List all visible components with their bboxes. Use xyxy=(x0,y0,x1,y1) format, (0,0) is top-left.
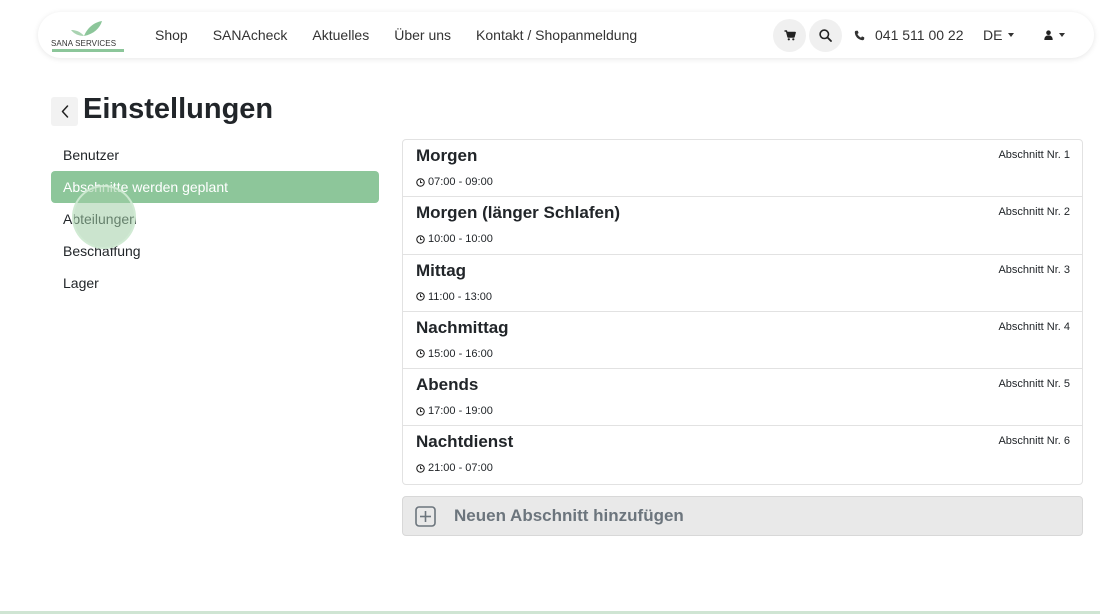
logo-text: SANA SERVICES xyxy=(51,39,117,48)
page-title: Einstellungen xyxy=(83,93,274,125)
section-name: Mittag xyxy=(416,260,467,280)
section-time: 11:00 - 13:00 xyxy=(416,291,492,303)
nav-links: Shop SANAcheck Aktuelles Über uns Kontak… xyxy=(155,12,662,58)
clock-icon xyxy=(416,177,425,187)
section-number: Abschnitt Nr. 5 xyxy=(998,378,1070,391)
section-time: 15:00 - 16:00 xyxy=(416,348,493,360)
back-button[interactable] xyxy=(51,97,78,126)
section-row[interactable]: Abends 17:00 - 19:00 Abschnitt Nr. 5 xyxy=(403,369,1082,427)
sana-services-logo[interactable]: SANA SERVICES xyxy=(50,18,126,52)
section-number: Abschnitt Nr. 4 xyxy=(998,320,1070,333)
section-time-value: 17:00 - 19:00 xyxy=(428,405,493,418)
search-icon xyxy=(819,29,832,42)
search-button[interactable] xyxy=(809,19,842,52)
nav-link-shop[interactable]: Shop xyxy=(155,27,188,43)
clock-icon xyxy=(416,464,425,473)
sidebar-item-beschaffung[interactable]: Beschaffung xyxy=(51,235,379,267)
section-name: Morgen xyxy=(416,146,478,165)
cart-icon xyxy=(784,30,796,41)
section-time-value: 15:00 - 16:00 xyxy=(428,347,493,360)
sidebar-item-abschnitte[interactable]: Abschnitte werden geplant xyxy=(51,171,379,203)
clock-icon xyxy=(416,292,425,301)
language-current: DE xyxy=(983,27,1003,43)
section-row[interactable]: Morgen (länger Schlafen) 10:00 - 10:00 A… xyxy=(403,197,1082,255)
section-time: 07:00 - 09:00 xyxy=(416,176,493,188)
add-section-button[interactable]: Neuen Abschnitt hinzufügen xyxy=(402,496,1083,536)
phone-link[interactable]: 041 511 00 22 xyxy=(854,12,964,58)
section-time: 10:00 - 10:00 xyxy=(416,233,493,245)
phone-number: 041 511 00 22 xyxy=(875,27,964,43)
clock-icon xyxy=(416,349,425,359)
phone-icon xyxy=(854,30,865,40)
nav-link-aktuelles[interactable]: Aktuelles xyxy=(312,27,369,43)
section-time-value: 11:00 - 13:00 xyxy=(428,290,493,303)
section-number: Abschnitt Nr. 6 xyxy=(998,435,1070,448)
section-number: Abschnitt Nr. 2 xyxy=(998,206,1070,219)
plus-square-icon xyxy=(415,505,436,527)
section-name: Nachmittag xyxy=(416,317,509,337)
clock-icon xyxy=(416,235,425,244)
section-time: 21:00 - 07:00 xyxy=(416,462,493,474)
section-number: Abschnitt Nr. 3 xyxy=(998,263,1070,276)
section-name: Morgen (länger Schlafen) xyxy=(416,203,621,223)
section-time-value: 07:00 - 09:00 xyxy=(428,176,493,188)
sidebar-item-benutzer[interactable]: Benutzer xyxy=(51,139,379,171)
chevron-down-icon xyxy=(1008,33,1015,37)
cart-button[interactable] xyxy=(773,19,806,52)
logo-underline xyxy=(52,49,124,52)
sidebar-item-abteilungen[interactable]: Abteilungen xyxy=(51,203,379,235)
chevron-down-icon xyxy=(1059,33,1065,37)
top-navbar: SANA SERVICES Shop SANAcheck Aktuelles Ü… xyxy=(38,12,1094,58)
section-row[interactable]: Nachtdienst 21:00 - 07:00 Abschnitt Nr. … xyxy=(403,426,1082,483)
section-row[interactable]: Nachmittag 15:00 - 16:00 Abschnitt Nr. 4 xyxy=(403,312,1082,370)
add-section-label: Neuen Abschnitt hinzufügen xyxy=(454,506,684,525)
section-name: Nachtdienst xyxy=(416,432,514,452)
clock-icon xyxy=(416,406,425,416)
user-icon xyxy=(1044,30,1053,40)
leaf-logo-icon xyxy=(71,21,102,36)
section-time-value: 21:00 - 07:00 xyxy=(428,462,493,475)
nav-link-ueber-uns[interactable]: Über uns xyxy=(394,27,451,43)
section-time: 17:00 - 19:00 xyxy=(416,405,493,417)
section-time-value: 10:00 - 10:00 xyxy=(428,233,493,246)
section-name: Abends xyxy=(416,375,479,395)
sidebar-item-lager[interactable]: Lager xyxy=(51,267,379,299)
section-number: Abschnitt Nr. 1 xyxy=(998,149,1070,161)
language-dropdown[interactable]: DE xyxy=(983,12,1015,58)
nav-link-sanacheck[interactable]: SANAcheck xyxy=(213,27,288,43)
settings-sidebar: Benutzer Abschnitte werden geplant Abtei… xyxy=(51,139,379,299)
user-menu-dropdown[interactable] xyxy=(1044,12,1065,58)
chevron-left-icon xyxy=(61,105,68,118)
section-row[interactable]: Mittag 11:00 - 13:00 Abschnitt Nr. 3 xyxy=(403,255,1082,312)
nav-link-kontakt[interactable]: Kontakt / Shopanmeldung xyxy=(476,27,637,43)
sections-list: Morgen 07:00 - 09:00 Abschnitt Nr. 1 Mor… xyxy=(402,139,1083,485)
section-row[interactable]: Morgen 07:00 - 09:00 Abschnitt Nr. 1 xyxy=(403,140,1082,198)
